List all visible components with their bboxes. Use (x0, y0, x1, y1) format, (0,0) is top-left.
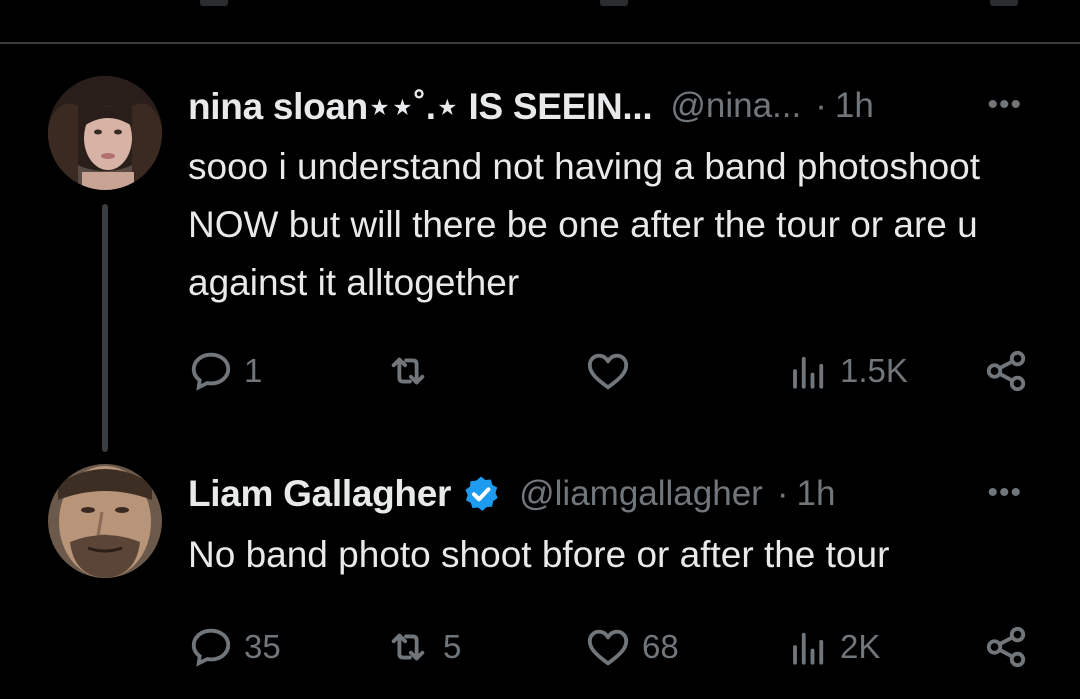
view-count: 1.5K (840, 352, 908, 389)
tweet-nina[interactable]: nina sloan⋆⋆˚.⋆ IS SEEIN... @nina... · 1… (0, 0, 1080, 460)
share-button[interactable] (983, 348, 1029, 394)
reply-count: 1 (244, 352, 263, 389)
share-icon (986, 350, 1026, 392)
handle[interactable]: @nina... (670, 86, 801, 126)
more-icon[interactable]: ••• (987, 88, 1022, 122)
separator: · (776, 474, 789, 513)
tweet-header: nina sloan⋆⋆˚.⋆ IS SEEIN... @nina... · 1… (188, 84, 874, 128)
repost-button[interactable] (383, 348, 443, 394)
repost-count: 5 (443, 628, 462, 665)
views-button[interactable]: 2K (788, 624, 880, 670)
avatar-liam[interactable] (48, 464, 162, 578)
timestamp[interactable]: 1h (835, 86, 874, 126)
views-icon (793, 356, 824, 389)
separator: · (815, 86, 827, 125)
tweet-header: Liam Gallagher @liamgallagher · 1h (188, 472, 835, 516)
display-name[interactable]: nina sloan⋆⋆˚.⋆ IS SEEIN... (188, 85, 653, 128)
display-name[interactable]: Liam Gallagher (188, 473, 451, 515)
handle[interactable]: @liamgallagher (519, 474, 763, 514)
like-icon (587, 353, 629, 390)
like-count: 68 (642, 628, 679, 665)
repost-icon (391, 357, 425, 385)
reply-count: 35 (244, 628, 281, 665)
tweet-liam[interactable]: Liam Gallagher @liamgallagher · 1h ••• N… (0, 460, 1080, 699)
timestamp[interactable]: 1h (796, 474, 835, 514)
verified-badge-icon[interactable] (461, 474, 501, 514)
repost-button[interactable]: 5 (383, 624, 461, 670)
reply-icon (191, 352, 231, 391)
reply-button[interactable]: 1 (188, 348, 262, 394)
tweet-text: sooo i understand not having a band phot… (188, 146, 981, 303)
share-button[interactable] (983, 624, 1029, 670)
tweet-text: No band photo shoot bfore or after the t… (188, 534, 890, 575)
action-bar: 1 1.5K (0, 348, 1080, 398)
like-button[interactable]: 68 (584, 624, 679, 670)
view-count: 2K (840, 628, 881, 665)
views-button[interactable]: 1.5K (788, 348, 908, 394)
repost-icon (391, 633, 425, 661)
more-icon[interactable]: ••• (987, 476, 1022, 510)
share-icon (986, 626, 1026, 668)
action-bar: 35 5 68 2K (0, 624, 1080, 674)
reply-icon (191, 628, 231, 667)
views-icon (793, 632, 824, 665)
like-icon (587, 629, 629, 666)
avatar-nina[interactable] (48, 76, 162, 190)
thread-connector (102, 204, 108, 452)
like-button[interactable] (584, 348, 642, 394)
reply-button[interactable]: 35 (188, 624, 281, 670)
